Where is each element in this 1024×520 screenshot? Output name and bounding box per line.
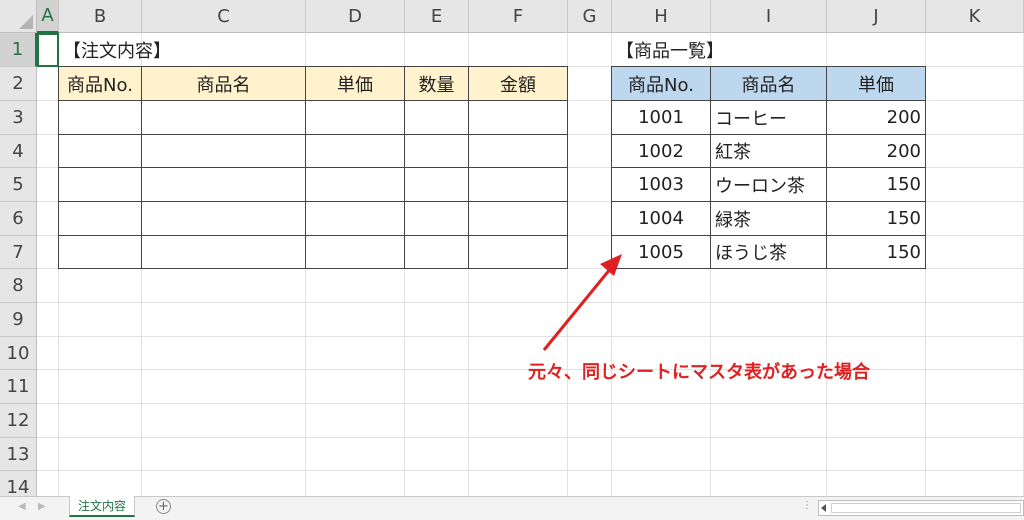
annotation-arrow-icon bbox=[542, 254, 622, 351]
spreadsheet-grid: ABCDEFGHIJK 1 2 3 4 5 6 7 8 9 10 11 12 13 14 【注文内容】 商… bbox=[0, 0, 1024, 496]
sheet-tab-order[interactable]: 注文内容 bbox=[69, 496, 136, 517]
splitter-handle-icon[interactable]: ⋮ bbox=[802, 500, 812, 511]
plus-circle-icon[interactable]: + bbox=[156, 499, 171, 514]
scrollbar-thumb[interactable] bbox=[831, 503, 1021, 513]
next-sheet-icon[interactable]: ▶ bbox=[38, 501, 46, 512]
annotation-text: 元々、同じシートにマスタ表があった場合 bbox=[528, 362, 870, 383]
horizontal-scrollbar[interactable] bbox=[818, 500, 1024, 516]
caret-left-icon[interactable] bbox=[821, 504, 826, 512]
sheet-tab-bar: ◀ ▶ 注文内容 + ⋮ bbox=[0, 496, 1024, 520]
prev-sheet-icon[interactable]: ◀ bbox=[18, 501, 26, 512]
